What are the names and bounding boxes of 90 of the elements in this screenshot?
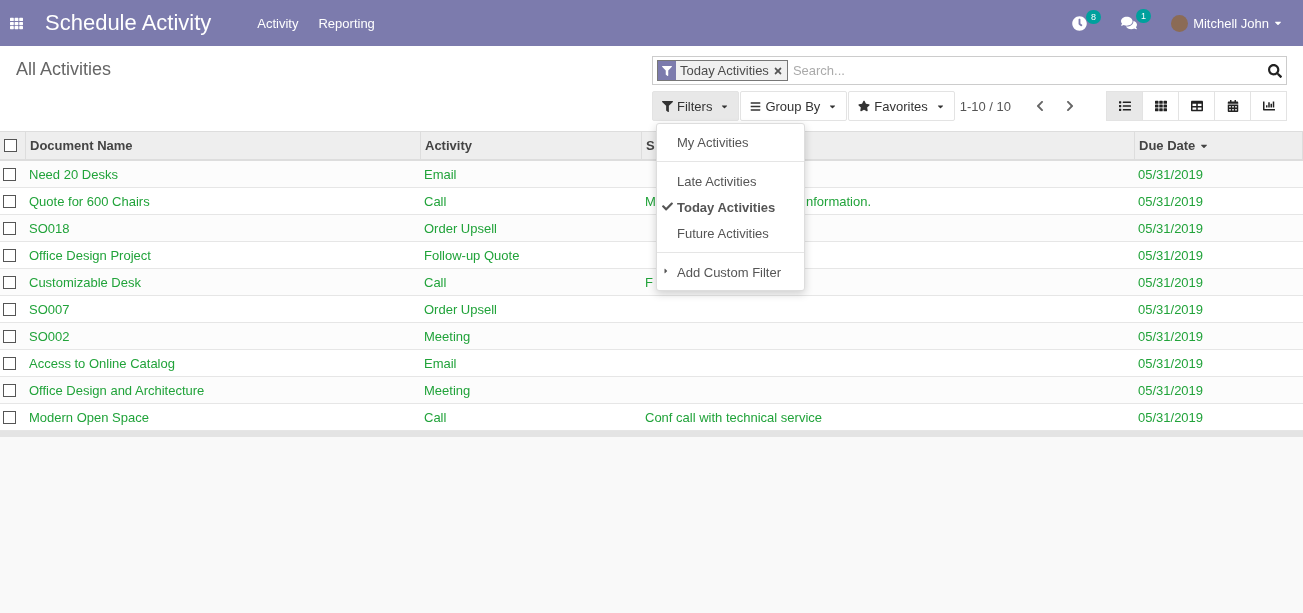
app-title: Schedule Activity	[45, 10, 212, 36]
column-header[interactable]: Activity	[421, 132, 642, 161]
bar-chart-icon	[1262, 100, 1275, 112]
calendar-view-button[interactable]	[1214, 91, 1251, 121]
table-cell: M	[645, 193, 656, 209]
table-cell: 05/31/2019	[1138, 328, 1204, 344]
check-icon	[662, 201, 673, 212]
column-header[interactable]: Document Name	[26, 132, 421, 161]
table-cell: Order Upsell	[424, 301, 497, 317]
table-cell: Access to Online Catalog	[29, 355, 175, 371]
table-cell: 05/31/2019	[1138, 301, 1204, 317]
table-cell: 05/31/2019	[1138, 409, 1204, 425]
table-cell: Call	[424, 409, 447, 425]
column-header[interactable]: Due Date	[1135, 132, 1303, 161]
table-cell: Office Design Project	[29, 247, 151, 263]
filter-menu-item[interactable]: My Activities	[657, 129, 804, 155]
search-option-button[interactable]: Favorites	[848, 91, 955, 121]
search-option-button[interactable]: Group By	[740, 91, 848, 121]
facet-label: Today Activities	[679, 63, 770, 78]
message-count-badge: 1	[1136, 9, 1152, 23]
search-field[interactable]: Today Activities Search...	[652, 56, 1287, 85]
table-cell: Customizable Desk	[29, 274, 141, 290]
row-checkbox[interactable]	[3, 275, 16, 289]
nav-menu-item[interactable]: Reporting	[318, 15, 375, 31]
select-all-checkbox[interactable]	[4, 139, 17, 152]
table-cell: SO007	[29, 301, 70, 317]
table-cell: Modern Open Space	[29, 409, 149, 425]
table-cell: SO018	[29, 220, 70, 236]
kanban-view-button[interactable]	[1142, 91, 1179, 121]
table-cell: 05/31/2019	[1138, 193, 1204, 209]
filter-menu-item[interactable]: Add Custom Filter	[657, 259, 804, 285]
list-icon	[1118, 100, 1131, 112]
row-checkbox[interactable]	[3, 410, 16, 424]
row-checkbox[interactable]	[3, 194, 16, 208]
table-cell: F	[645, 274, 653, 290]
table-cell: Call	[424, 193, 447, 209]
table-icon	[1190, 100, 1203, 112]
row-checkbox[interactable]	[3, 383, 16, 397]
chat-icon[interactable]	[1121, 15, 1138, 31]
table-cell: 05/31/2019	[1138, 166, 1204, 182]
table-cell: 05/31/2019	[1138, 382, 1204, 398]
table-cell: Office Design and Architecture	[29, 382, 205, 398]
activity-count-badge: 8	[1086, 9, 1102, 24]
clock-icon[interactable]	[1072, 15, 1088, 31]
caret-icon	[662, 267, 670, 275]
graph-view-button[interactable]	[1250, 91, 1287, 121]
row-checkbox[interactable]	[3, 248, 16, 262]
calendar-icon	[1226, 100, 1239, 112]
breadcrumb-title: All Activities	[16, 58, 113, 81]
table-cell: 05/31/2019	[1138, 247, 1204, 263]
table-cell: Email	[424, 166, 457, 182]
table-cell: Quote for 600 Chairs	[29, 193, 150, 209]
nav-menu-item[interactable]: Activity	[257, 15, 299, 31]
star-icon	[858, 100, 871, 112]
table-cell: SO002	[29, 328, 70, 344]
grid-icon	[1154, 100, 1167, 112]
chevron-right-icon	[1064, 100, 1076, 112]
search-icon[interactable]	[1268, 63, 1282, 78]
row-checkbox[interactable]	[3, 356, 16, 370]
user-menu[interactable]: Mitchell John	[1193, 15, 1283, 31]
search-facet[interactable]: Today Activities	[657, 60, 788, 81]
table-cell: Meeting	[424, 328, 471, 344]
table-cell: 05/31/2019	[1138, 274, 1204, 290]
list-view-button[interactable]	[1106, 91, 1143, 121]
menu-icon	[750, 100, 762, 112]
filter-icon	[662, 100, 673, 112]
row-checkbox[interactable]	[3, 167, 16, 181]
filter-menu-item[interactable]: Today Activities	[657, 194, 804, 220]
table-cell: nformation.	[806, 193, 872, 209]
table-cell: Meeting	[424, 382, 471, 398]
filter-menu-item[interactable]: Late Activities	[657, 168, 804, 194]
table-cell: 05/31/2019	[1138, 220, 1204, 236]
table-cell: Follow-up Quote	[424, 247, 520, 263]
filter-icon	[658, 61, 676, 80]
table-cell: Conf call with technical service	[645, 409, 823, 425]
row-checkbox[interactable]	[3, 221, 16, 235]
close-icon[interactable]	[772, 65, 783, 76]
row-checkbox[interactable]	[3, 329, 16, 343]
apps-icon[interactable]	[10, 16, 23, 30]
chevron-left-icon	[1034, 100, 1046, 112]
table-cell: Call	[424, 274, 447, 290]
search-option-button[interactable]: Filters	[652, 91, 740, 121]
pivot-view-button[interactable]	[1178, 91, 1215, 121]
table-cell: Need 20 Desks	[29, 166, 118, 182]
row-checkbox[interactable]	[3, 302, 16, 316]
pager-value: 1-10 / 10	[959, 98, 1011, 114]
table-cell: Order Upsell	[424, 220, 497, 236]
table-cell: 05/31/2019	[1138, 355, 1204, 371]
table-cell: Email	[424, 355, 457, 371]
filter-menu-item[interactable]: Future Activities	[657, 220, 804, 246]
